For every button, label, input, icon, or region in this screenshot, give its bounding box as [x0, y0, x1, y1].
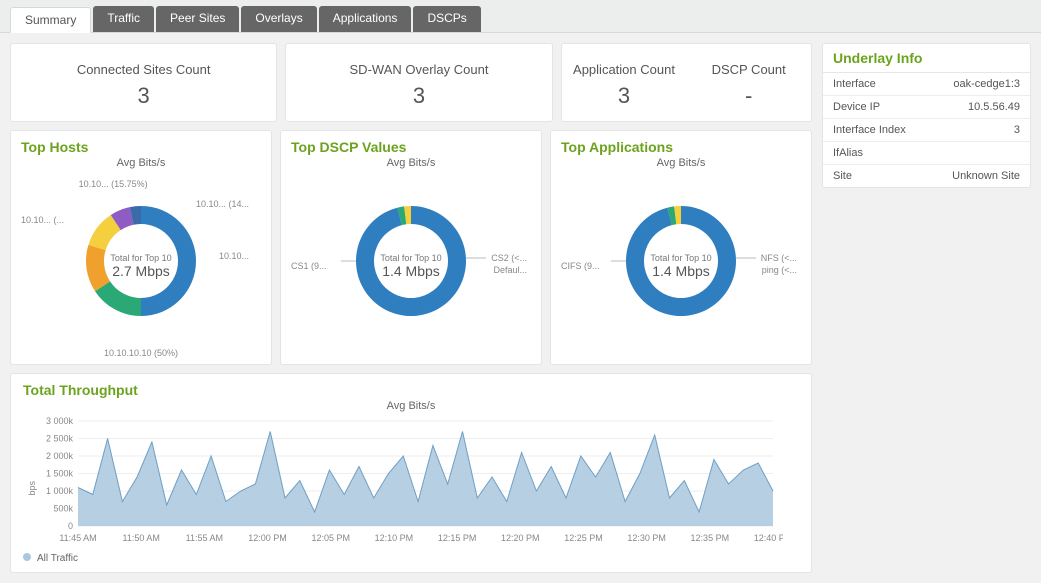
legend-label: All Traffic: [37, 553, 78, 564]
svg-text:12:05 PM: 12:05 PM: [311, 533, 350, 543]
stat-connected-sites: Connected Sites Count 3: [10, 43, 277, 122]
info-row: Device IP10.5.56.49: [823, 96, 1030, 119]
svg-text:12:00 PM: 12:00 PM: [248, 533, 287, 543]
donut-total-label: Total for Top 10: [110, 253, 171, 263]
panel-top-apps: Top Applications Avg Bits/s Total for To…: [550, 130, 812, 365]
svg-text:3 000k: 3 000k: [46, 416, 74, 426]
info-row: Interfaceoak-cedge1:3: [823, 73, 1030, 96]
svg-text:12:20 PM: 12:20 PM: [501, 533, 540, 543]
tab-applications[interactable]: Applications: [319, 6, 412, 32]
chart-legend: All Traffic: [23, 553, 799, 564]
slice-label: NFS (<...: [761, 253, 797, 263]
svg-text:500k: 500k: [53, 504, 73, 514]
svg-text:bps: bps: [27, 481, 37, 496]
panel-title: Total Throughput: [23, 382, 799, 398]
svg-text:2 500k: 2 500k: [46, 434, 74, 444]
donut-chart-apps[interactable]: Total for Top 10 1.4 Mbps CIFS (9... NFS…: [561, 173, 801, 358]
svg-text:0: 0: [68, 521, 73, 531]
donut-total-label: Total for Top 10: [650, 253, 711, 263]
info-row: Interface Index3: [823, 119, 1030, 142]
svg-text:12:30 PM: 12:30 PM: [627, 533, 666, 543]
slice-label: CS2 (<...: [491, 253, 527, 263]
tab-traffic[interactable]: Traffic: [93, 6, 154, 32]
slice-label: Defaul...: [493, 265, 527, 275]
donut-total-label: Total for Top 10: [380, 253, 441, 263]
slice-label: CS1 (9...: [291, 261, 327, 271]
donut-total-value: 2.7 Mbps: [110, 263, 171, 279]
panel-total-throughput: Total Throughput Avg Bits/s 0 500k 1 000k 1…: [10, 373, 812, 573]
panel-top-dscp: Top DSCP Values Avg Bits/s Total for Top…: [280, 130, 542, 365]
info-row: SiteUnknown Site: [823, 165, 1030, 187]
svg-text:12:35 PM: 12:35 PM: [691, 533, 730, 543]
stat-overlay-count: SD-WAN Overlay Count 3: [285, 43, 552, 122]
slice-label: 10.10... (...: [21, 215, 64, 225]
slice-label: 10.10... (15.75%): [79, 179, 148, 189]
slice-label: 10.10... (14...: [196, 199, 249, 209]
stat-app-dscp: Application Count 3 DSCP Count -: [561, 43, 812, 122]
stat-label: SD-WAN Overlay Count: [294, 62, 543, 77]
svg-text:11:55 AM: 11:55 AM: [186, 533, 223, 543]
svg-text:12:10 PM: 12:10 PM: [375, 533, 414, 543]
svg-text:11:50 AM: 11:50 AM: [123, 533, 160, 543]
svg-text:1 000k: 1 000k: [46, 486, 74, 496]
tab-bar: SummaryTrafficPeer SitesOverlaysApplicat…: [0, 0, 1041, 33]
svg-text:12:15 PM: 12:15 PM: [438, 533, 477, 543]
donut-chart-dscp[interactable]: Total for Top 10 1.4 Mbps CS1 (9... CS2 …: [291, 173, 531, 358]
stat-value: 3: [566, 83, 683, 109]
tab-dscps[interactable]: DSCPs: [413, 6, 480, 32]
panel-title: Underlay Info: [823, 44, 1030, 73]
donut-total-value: 1.4 Mbps: [380, 263, 441, 279]
info-row: IfAlias: [823, 142, 1030, 165]
stat-label: Connected Sites Count: [19, 62, 268, 77]
svg-text:12:25 PM: 12:25 PM: [564, 533, 603, 543]
panel-top-hosts: Top Hosts Avg Bits/s Total for Top 10 2.…: [10, 130, 272, 365]
panel-title: Top DSCP Values: [291, 139, 531, 155]
svg-text:2 000k: 2 000k: [46, 451, 74, 461]
tab-overlays[interactable]: Overlays: [241, 6, 316, 32]
svg-text:11:45 AM: 11:45 AM: [59, 533, 96, 543]
tab-peer-sites[interactable]: Peer Sites: [156, 6, 239, 32]
stat-label: Application Count: [566, 62, 683, 77]
donut-total-value: 1.4 Mbps: [650, 263, 711, 279]
slice-label: 10.10...: [219, 251, 249, 261]
slice-label: ping (<...: [762, 265, 797, 275]
panel-title: Top Hosts: [21, 139, 261, 155]
svg-text:1 500k: 1 500k: [46, 469, 74, 479]
slice-label: CIFS (9...: [561, 261, 600, 271]
stat-value: -: [690, 83, 807, 109]
tab-summary[interactable]: Summary: [10, 7, 91, 33]
throughput-chart[interactable]: 0 500k 1 000k 1 500k 2 000k 2 500k 3 000k bps 11…: [23, 416, 783, 546]
legend-dot-icon: [23, 553, 31, 561]
slice-label: 10.10.10.10 (50%): [104, 348, 178, 358]
chart-subtitle: Avg Bits/s: [21, 157, 261, 169]
chart-subtitle: Avg Bits/s: [291, 157, 531, 169]
panel-title: Top Applications: [561, 139, 801, 155]
chart-subtitle: Avg Bits/s: [561, 157, 801, 169]
stat-value: 3: [294, 83, 543, 109]
stat-label: DSCP Count: [690, 62, 807, 77]
stat-value: 3: [19, 83, 268, 109]
chart-subtitle: Avg Bits/s: [23, 400, 799, 412]
underlay-info-panel: Underlay Info Interfaceoak-cedge1:3Devic…: [822, 43, 1031, 188]
svg-text:12:40 PM: 12:40 PM: [754, 533, 783, 543]
donut-chart-hosts[interactable]: Total for Top 10 2.7 Mbps 10.10.10.10 (5…: [21, 173, 261, 358]
